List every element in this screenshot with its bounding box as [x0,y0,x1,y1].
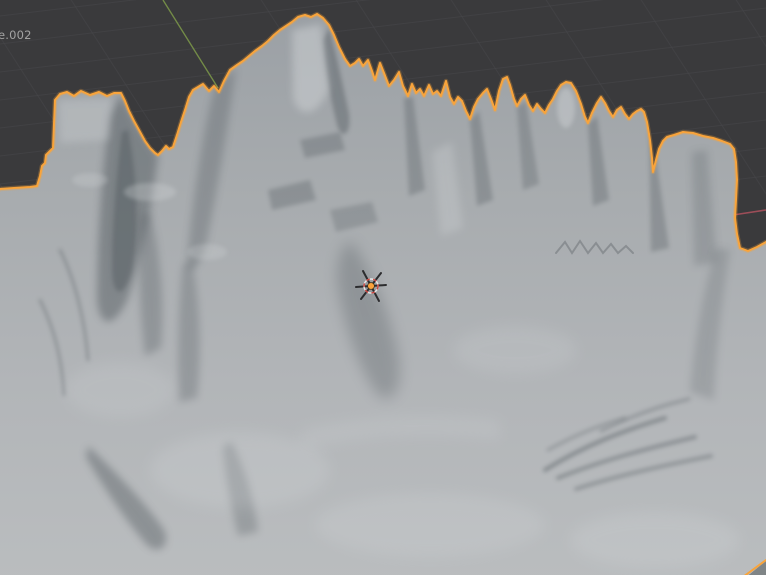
object-origin-dot [367,282,375,290]
object-name-label: e.002 [0,28,32,42]
3d-viewport[interactable]: e.002 [0,0,766,575]
viewport-canvas[interactable] [0,0,766,575]
